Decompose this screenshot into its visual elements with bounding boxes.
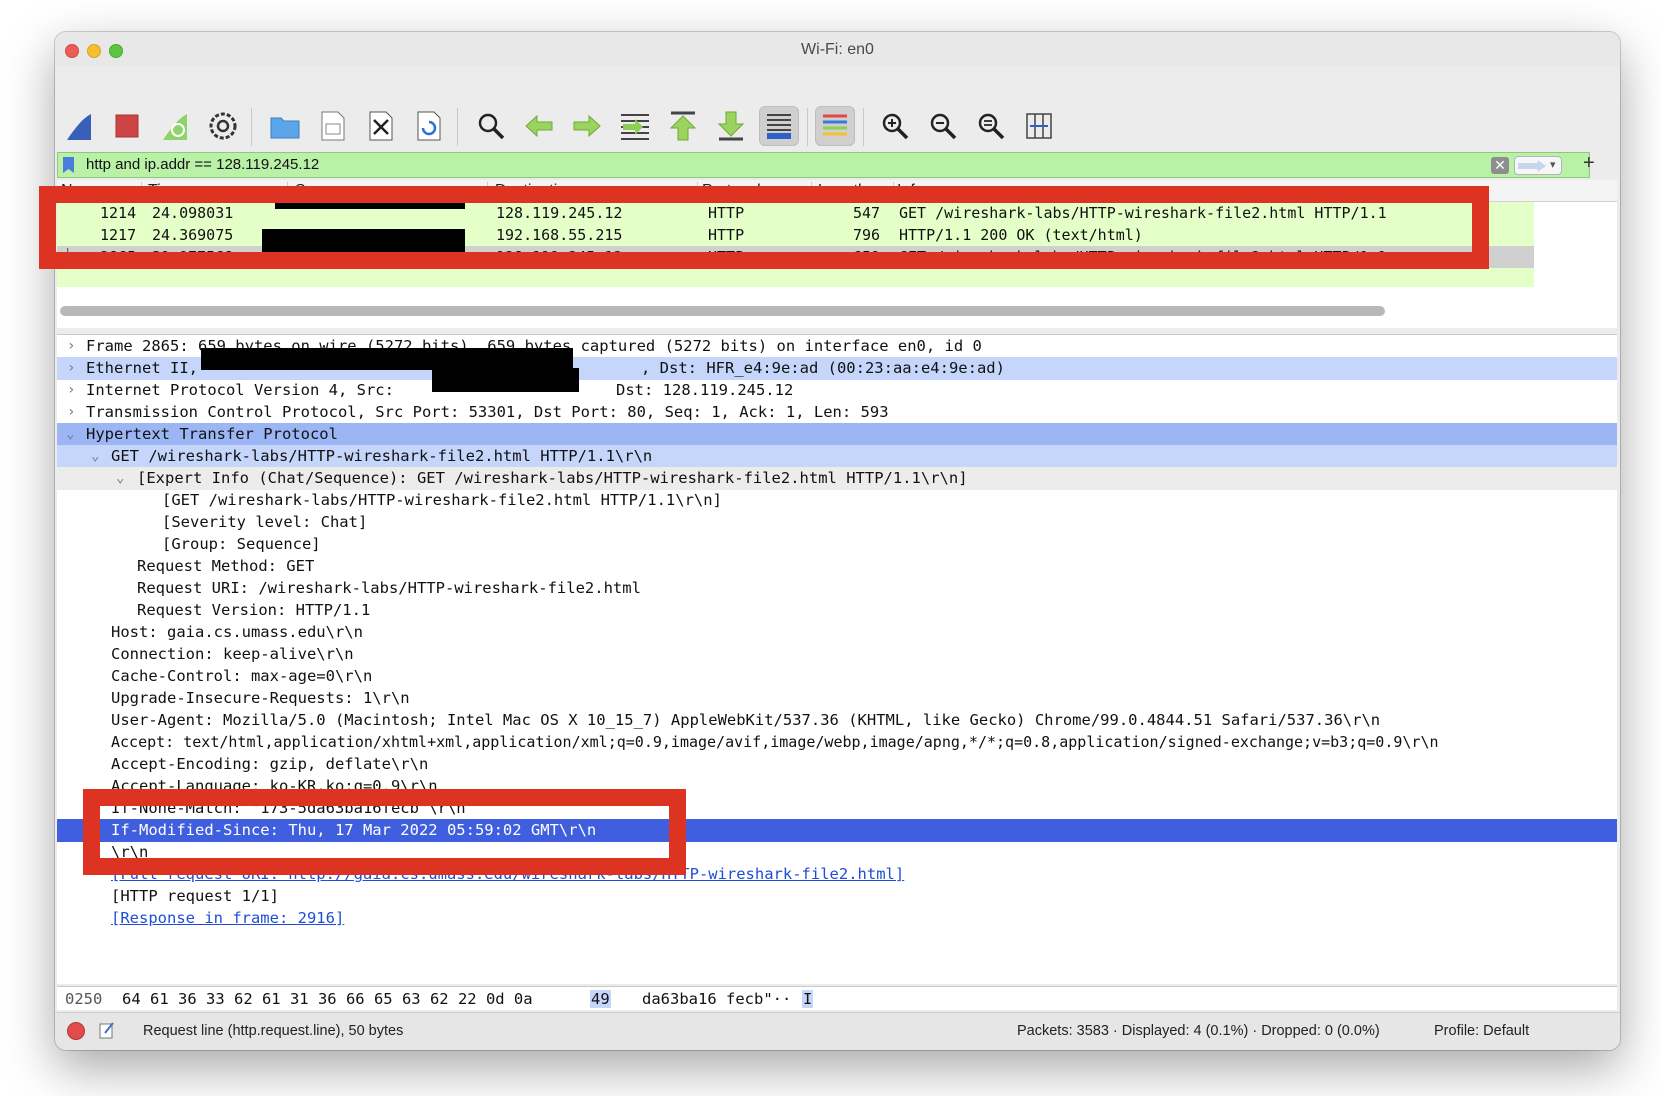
back-arrow-icon[interactable] bbox=[519, 106, 559, 146]
zoom-in-icon[interactable] bbox=[875, 106, 915, 146]
autoscroll-icon[interactable] bbox=[759, 106, 799, 146]
find-magnifier-icon[interactable] bbox=[471, 106, 511, 146]
packet-details-tree[interactable]: › Frame 2865: 659 bytes on wire (5272 bi… bbox=[57, 334, 1617, 984]
expert-info-indicator-icon[interactable] bbox=[67, 1022, 85, 1040]
tree-item-http[interactable]: ⌄ Hypertext Transfer Protocol bbox=[57, 423, 1617, 446]
collapse-chevron-icon[interactable]: ⌄ bbox=[91, 448, 99, 464]
reload-file-icon[interactable] bbox=[409, 106, 449, 146]
packet-bytes-pane[interactable]: 0250 64 61 36 33 62 61 31 36 66 65 63 62… bbox=[57, 986, 1617, 1010]
go-to-packet-icon[interactable] bbox=[615, 106, 655, 146]
tree-item[interactable]: Connection: keep-alive\r\n bbox=[57, 643, 1617, 666]
tree-item-label: Dst: 128.119.245.12 bbox=[616, 381, 794, 399]
response-frame-link[interactable]: [Response in frame: 2916] bbox=[111, 909, 344, 927]
tree-item[interactable]: Accept: text/html,application/xhtml+xml,… bbox=[57, 731, 1617, 754]
collapse-chevron-icon[interactable]: ⌄ bbox=[66, 426, 74, 442]
colorize-icon[interactable] bbox=[815, 106, 855, 146]
tree-item[interactable]: [Group: Sequence] bbox=[57, 533, 1617, 556]
tree-item-label: Request Method: GET bbox=[137, 557, 315, 575]
expand-chevron-icon[interactable]: › bbox=[67, 338, 75, 354]
tree-item-label: Accept: text/html,application/xhtml+xml,… bbox=[111, 733, 1439, 751]
ascii-bytes-highlighted: I bbox=[802, 990, 814, 1008]
tree-item[interactable]: Accept-Encoding: gzip, deflate\r\n bbox=[57, 753, 1617, 776]
tree-item[interactable]: [HTTP request 1/1] bbox=[57, 885, 1617, 908]
tree-item-label: Request URI: /wireshark-labs/HTTP-wiresh… bbox=[137, 579, 641, 597]
tree-item-tcp[interactable]: › Transmission Control Protocol, Src Por… bbox=[57, 401, 1617, 424]
main-toolbar bbox=[55, 66, 1620, 152]
tree-item-label: [Severity level: Chat] bbox=[162, 513, 368, 531]
hex-bytes-highlighted: 49 bbox=[590, 990, 611, 1008]
display-filter-input[interactable]: http and ip.addr == 128.119.245.12 ✕ ▾ bbox=[57, 152, 1590, 178]
ascii-bytes: da63ba16 fecb"·· bbox=[642, 990, 792, 1008]
tree-item-label: Internet Protocol Version 4, Src: bbox=[86, 381, 394, 399]
tree-item[interactable]: Cache-Control: max-age=0\r\n bbox=[57, 665, 1617, 688]
shark-fin-start-icon[interactable] bbox=[59, 106, 99, 146]
tree-item-label: Cache-Control: max-age=0\r\n bbox=[111, 667, 373, 685]
status-bar: Request line (http.request.line), 50 byt… bbox=[55, 1012, 1620, 1050]
add-filter-button[interactable]: + bbox=[1583, 152, 1595, 175]
expand-chevron-icon[interactable]: › bbox=[67, 382, 75, 398]
close-file-icon[interactable] bbox=[361, 106, 401, 146]
apply-filter-button[interactable]: ▾ bbox=[1514, 156, 1562, 175]
first-packet-icon[interactable] bbox=[663, 106, 703, 146]
tree-item[interactable]: Host: gaia.cs.umass.edu\r\n bbox=[57, 621, 1617, 644]
capture-options-gear-icon[interactable] bbox=[203, 106, 243, 146]
normal-size-icon[interactable] bbox=[971, 106, 1011, 146]
clear-filter-icon[interactable]: ✕ bbox=[1491, 157, 1509, 174]
wireshark-window: Wi-Fi: en0 http and ip.addr == 128.119.2… bbox=[55, 32, 1620, 1050]
title-bar: Wi-Fi: en0 bbox=[55, 32, 1620, 66]
collapse-chevron-icon[interactable]: ⌄ bbox=[116, 470, 124, 486]
tree-item[interactable]: Request URI: /wireshark-labs/HTTP-wiresh… bbox=[57, 577, 1617, 600]
last-packet-icon[interactable] bbox=[711, 106, 751, 146]
tree-item[interactable]: User-Agent: Mozilla/5.0 (Macintosh; Inte… bbox=[57, 709, 1617, 732]
tree-item-label: Host: gaia.cs.umass.edu\r\n bbox=[111, 623, 363, 641]
resize-columns-icon[interactable] bbox=[1019, 106, 1059, 146]
tree-item-label: Transmission Control Protocol, Src Port:… bbox=[86, 403, 889, 421]
tree-item-label: [GET /wireshark-labs/HTTP-wireshark-file… bbox=[162, 491, 722, 509]
tree-item[interactable]: Request Version: HTTP/1.1 bbox=[57, 599, 1617, 622]
tree-item-label: Hypertext Transfer Protocol bbox=[86, 425, 338, 443]
tree-item-ipv4[interactable]: › Internet Protocol Version 4, Src: Dst:… bbox=[57, 379, 1617, 402]
byte-offset: 0250 bbox=[65, 990, 103, 1008]
hex-bytes: 64 61 36 33 62 61 31 36 66 65 63 62 22 0… bbox=[122, 990, 533, 1008]
zoom-out-icon[interactable] bbox=[923, 106, 963, 146]
tree-item-label: , Dst: HFR_e4:9e:ad (00:23:aa:e4:9e:ad) bbox=[641, 359, 1005, 377]
annotation-box-packet-row bbox=[39, 186, 1489, 269]
tree-item-label: Request Version: HTTP/1.1 bbox=[137, 601, 371, 619]
tree-item[interactable]: [Severity level: Chat] bbox=[57, 511, 1617, 534]
packet-list-scrollbar[interactable] bbox=[60, 306, 1385, 316]
redacted-ethernet-src bbox=[201, 348, 573, 370]
tree-item-expert-info[interactable]: ⌄ [Expert Info (Chat/Sequence): GET /wir… bbox=[57, 467, 1617, 490]
packet-row[interactable] bbox=[57, 268, 1534, 287]
tree-item[interactable]: [Response in frame: 2916] bbox=[57, 907, 1617, 930]
filter-bookmark-icon[interactable] bbox=[63, 157, 74, 173]
status-packets: Packets: 3583 · Displayed: 4 (0.1%) · Dr… bbox=[1017, 1023, 1380, 1039]
tree-item-label: Upgrade-Insecure-Requests: 1\r\n bbox=[111, 689, 410, 707]
window-title: Wi-Fi: en0 bbox=[801, 41, 874, 58]
tree-item-label: [Expert Info (Chat/Sequence): GET /wires… bbox=[137, 469, 968, 487]
save-file-icon[interactable] bbox=[313, 106, 353, 146]
tree-item-label: Ethernet II, bbox=[86, 359, 198, 377]
tree-item-label: User-Agent: Mozilla/5.0 (Macintosh; Inte… bbox=[111, 711, 1381, 729]
filter-text: http and ip.addr == 128.119.245.12 bbox=[86, 156, 320, 173]
expand-chevron-icon[interactable]: › bbox=[67, 360, 75, 376]
tree-item-label: [HTTP request 1/1] bbox=[111, 887, 279, 905]
tree-item[interactable]: Upgrade-Insecure-Requests: 1\r\n bbox=[57, 687, 1617, 710]
expand-chevron-icon[interactable]: › bbox=[67, 404, 75, 420]
status-profile[interactable]: Profile: Default bbox=[1434, 1023, 1529, 1039]
status-field-info: Request line (http.request.line), 50 byt… bbox=[143, 1023, 404, 1039]
redacted-ip-src bbox=[432, 368, 579, 392]
tree-item[interactable]: Request Method: GET bbox=[57, 555, 1617, 578]
forward-arrow-icon[interactable] bbox=[567, 106, 607, 146]
tree-item[interactable]: [GET /wireshark-labs/HTTP-wireshark-file… bbox=[57, 489, 1617, 512]
tree-item-label: Accept-Encoding: gzip, deflate\r\n bbox=[111, 755, 429, 773]
stop-square-icon[interactable] bbox=[107, 106, 147, 146]
tree-item-label: GET /wireshark-labs/HTTP-wireshark-file2… bbox=[111, 447, 653, 465]
tree-item-label: Connection: keep-alive\r\n bbox=[111, 645, 354, 663]
open-folder-icon[interactable] bbox=[265, 106, 305, 146]
tree-item-get-line[interactable]: ⌄ GET /wireshark-labs/HTTP-wireshark-fil… bbox=[57, 445, 1617, 468]
capture-comment-icon[interactable] bbox=[99, 1021, 115, 1039]
tree-item-label: [Group: Sequence] bbox=[162, 535, 321, 553]
annotation-box-if-modified-since bbox=[83, 789, 686, 875]
restart-fin-icon[interactable] bbox=[155, 106, 195, 146]
